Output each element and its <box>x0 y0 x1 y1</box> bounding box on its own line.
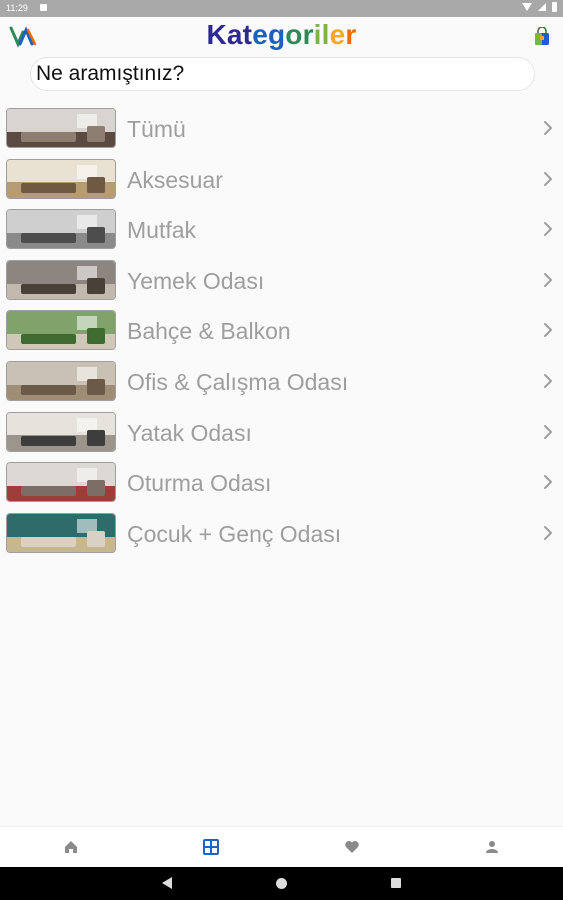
chevron-right-icon <box>544 323 552 338</box>
chevron-right-icon <box>544 373 552 388</box>
category-label: Bahçe & Balkon <box>127 318 291 345</box>
category-thumbnail <box>6 512 116 553</box>
category-row[interactable]: Yemek Odası <box>0 256 563 307</box>
category-thumbnail <box>6 209 116 250</box>
home-circle-icon[interactable] <box>276 878 287 889</box>
category-label: Aksesuar <box>127 166 223 193</box>
chevron-right-icon <box>544 272 552 287</box>
home-icon[interactable] <box>63 839 79 855</box>
category-thumbnail <box>6 158 116 199</box>
category-thumbnail <box>6 259 116 300</box>
title-part: Kat <box>206 19 253 50</box>
chevron-right-icon <box>544 525 552 540</box>
system-navigation-bar <box>0 867 563 900</box>
recent-apps-icon[interactable] <box>391 878 401 888</box>
chevron-right-icon <box>544 475 552 490</box>
title-part: or <box>285 19 314 50</box>
category-thumbnail <box>6 462 116 503</box>
chevron-right-icon <box>544 424 552 439</box>
search-field[interactable] <box>30 57 535 91</box>
chevron-right-icon <box>544 171 552 186</box>
wifi-icon <box>522 3 532 11</box>
category-label: Yatak Odası <box>127 419 252 446</box>
title-part: eg <box>252 19 286 50</box>
category-row[interactable]: Tümü <box>0 104 563 155</box>
profile-icon[interactable] <box>484 839 500 855</box>
shopping-bag-icon[interactable] <box>534 27 550 46</box>
title-part: il <box>313 19 330 50</box>
categories-icon[interactable] <box>203 839 219 855</box>
category-label: Mutfak <box>127 217 197 244</box>
status-bar: 11:29 <box>0 0 563 17</box>
category-row[interactable]: Bahçe & Balkon <box>0 306 563 357</box>
category-row[interactable]: Oturma Odası <box>0 458 563 509</box>
category-label: Yemek Odası <box>127 267 265 294</box>
category-label: Çocuk + Genç Odası <box>127 520 342 547</box>
bottom-navigation <box>0 826 563 868</box>
chevron-right-icon <box>544 121 552 135</box>
category-label: Ofis & Çalışma Odası <box>127 368 349 395</box>
category-row[interactable]: Ofis & Çalışma Odası <box>0 357 563 408</box>
status-time: 11:29 <box>6 3 28 13</box>
category-thumbnail <box>6 360 116 401</box>
back-icon[interactable] <box>162 877 172 889</box>
category-thumbnail <box>6 310 116 351</box>
category-row[interactable]: Aksesuar <box>0 155 563 206</box>
page-title: Kategoriler <box>0 19 563 51</box>
chevron-right-icon <box>544 222 552 237</box>
category-thumbnail <box>6 411 116 452</box>
category-label: Tümü <box>127 116 186 142</box>
category-row[interactable]: Yatak Odası <box>0 408 563 459</box>
system-icons <box>522 2 557 12</box>
category-row[interactable]: Mutfak <box>0 205 563 256</box>
signal-icon <box>538 3 546 11</box>
title-part: r <box>345 19 357 50</box>
app-header: Kategoriler <box>0 17 563 57</box>
category-thumbnail <box>6 108 116 148</box>
title-part: e <box>329 19 346 50</box>
search-input[interactable] <box>31 58 516 90</box>
favorites-icon[interactable] <box>344 839 360 855</box>
notification-icon <box>40 4 47 11</box>
category-list: Tümü Aksesuar Mutfak Yemek Odası Bahçe & Bal… <box>0 104 563 559</box>
battery-icon <box>552 2 557 12</box>
category-row[interactable]: Çocuk + Genç Odası <box>0 509 563 560</box>
category-label: Oturma Odası <box>127 470 272 497</box>
